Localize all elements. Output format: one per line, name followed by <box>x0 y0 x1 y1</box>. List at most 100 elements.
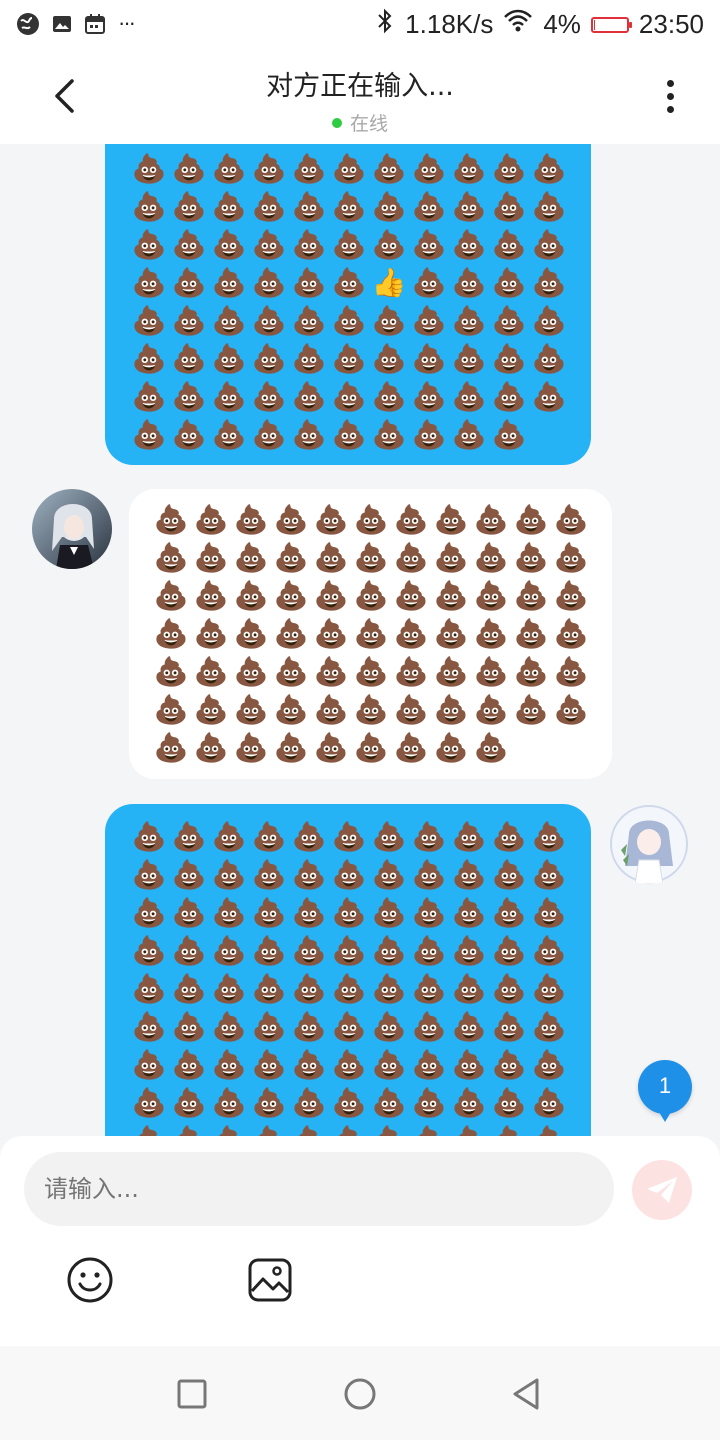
poop-emoji: 💩 <box>491 152 527 185</box>
unread-count-badge[interactable]: 1 <box>638 1060 692 1122</box>
poop-emoji: 💩 <box>291 820 327 853</box>
poop-emoji: 💩 <box>291 1010 327 1043</box>
recents-button[interactable] <box>174 1376 210 1412</box>
poop-emoji: 💩 <box>251 896 287 929</box>
poop-emoji: 💩 <box>353 579 389 612</box>
poop-emoji: 💩 <box>251 152 287 185</box>
poop-emoji: 💩 <box>433 617 469 650</box>
poop-emoji: 💩 <box>491 820 527 853</box>
avatar-contact[interactable] <box>32 489 112 569</box>
poop-emoji: 💩 <box>171 972 207 1005</box>
chat-header: 对方正在输入... 在线 <box>0 50 720 144</box>
poop-emoji: 💩 <box>171 1048 207 1081</box>
poop-emoji: 💩 <box>331 858 367 891</box>
battery-percent: 4% <box>543 9 581 39</box>
back-nav-button[interactable] <box>508 1376 544 1412</box>
poop-emoji: 💩 <box>251 1048 287 1081</box>
poop-emoji: 💩 <box>411 896 447 929</box>
poop-emoji: 💩 <box>131 1010 167 1043</box>
poop-emoji: 💩 <box>411 190 447 223</box>
poop-emoji: 💩 <box>153 617 189 650</box>
poop-emoji: 💩 <box>451 934 487 967</box>
poop-emoji: 💩 <box>153 693 189 726</box>
poop-emoji: 💩 <box>473 579 509 612</box>
poop-emoji: 💩 <box>513 579 549 612</box>
more-options-button[interactable] <box>646 72 694 120</box>
poop-emoji: 💩 <box>251 820 287 853</box>
poop-emoji: 💩 <box>331 934 367 967</box>
poop-emoji: 💩 <box>529 1122 569 1136</box>
poop-emoji: 💩 <box>331 228 367 261</box>
poop-emoji: 💩 <box>313 693 349 726</box>
poop-emoji: 💩 <box>291 972 327 1005</box>
poop-emoji: 💩 <box>433 579 469 612</box>
poop-emoji: 💩 <box>291 342 327 375</box>
poop-emoji: 💩 <box>371 190 407 223</box>
poop-emoji: 💩 <box>353 617 389 650</box>
poop-emoji: 💩 <box>233 579 269 612</box>
poop-emoji: 💩 <box>273 541 309 574</box>
poop-emoji: 💩 <box>291 266 327 299</box>
message-input[interactable] <box>24 1152 614 1226</box>
poop-emoji: 💩 <box>273 503 309 536</box>
poop-emoji: 💩 <box>513 541 549 574</box>
poop-emoji: 💩 <box>473 541 509 574</box>
battery-level <box>593 19 595 30</box>
poop-emoji: 💩 <box>331 304 367 337</box>
poop-emoji: 💩 <box>553 579 589 612</box>
poop-emoji: 💩 <box>193 617 229 650</box>
message-list[interactable]: 💩 💩 💩 💩 💩 💩 💩 💩 💩 💩 💩 💩 💩 💩 💩 💩 💩 💩 💩 💩 💩 💩 💩 💩 💩 💩 💩 💩 💩 💩 💩 💩 💩 💩 💩 💩 💩 💩 💩 👍… <box>0 144 720 1136</box>
poop-emoji: 💩 <box>233 655 269 688</box>
poop-emoji: 💩 <box>131 152 167 185</box>
poop-emoji: 💩 <box>193 579 229 612</box>
status-bar: ··· 1.18K/s 4% 23:50 <box>0 0 720 50</box>
poop-emoji: 💩 <box>371 858 407 891</box>
send-button[interactable] <box>632 1160 692 1220</box>
emoji-button[interactable] <box>64 1254 116 1306</box>
poop-emoji: 💩 <box>331 342 367 375</box>
poop-emoji: 💩 <box>491 190 527 223</box>
poop-emoji: 💩 <box>411 934 447 967</box>
message-bubble-outgoing[interactable]: 💩 💩 💩 💩 💩 💩 💩 💩 💩 💩 💩 💩 💩 💩 💩 💩 💩 💩 💩 💩 💩 💩 💩 💩 💩 💩 💩 💩 💩 💩 💩 💩 💩 💩 💩 💩 💩 💩 💩 👍… <box>105 144 591 465</box>
image-picker-button[interactable] <box>244 1254 296 1306</box>
poop-emoji: 💩 <box>451 228 487 261</box>
poop-emoji: 💩 <box>233 617 269 650</box>
poop-emoji: 💩 <box>289 1122 329 1136</box>
poop-emoji: 💩 <box>553 693 589 726</box>
poop-emoji: 💩 <box>211 380 247 413</box>
message-bubble-outgoing[interactable]: 💩 💩 💩 💩 💩 💩 💩 💩 💩 💩 💩 💩 💩 💩 💩 💩 💩 💩 💩 💩 💩 💩 💩 💩 💩 💩 💩 💩 💩 💩 💩 💩 💩 💩 💩 💩 💩 💩 💩 💩… <box>105 804 591 1136</box>
avatar-self[interactable] <box>609 804 689 884</box>
poop-emoji: 💩 <box>411 972 447 1005</box>
poop-emoji: 💩 <box>211 934 247 967</box>
poop-emoji: 💩 <box>251 858 287 891</box>
poop-emoji: 💩 <box>491 228 527 261</box>
poop-emoji: 💩 <box>131 896 167 929</box>
poop-emoji: 💩 <box>393 579 429 612</box>
globe-icon <box>16 12 40 40</box>
poop-emoji: 💩 <box>451 972 487 1005</box>
poop-emoji: 💩 <box>131 1048 167 1081</box>
poop-emoji: 💩 <box>131 934 167 967</box>
poop-emoji: 💩 <box>491 858 527 891</box>
emoji-icon <box>67 1257 113 1303</box>
message-bubble-incoming[interactable]: 💩 💩 💩 💩 💩 💩 💩 💩 💩 💩 💩 💩 💩 💩 💩 💩 💩 💩 💩 💩 💩 💩 💩 💩 💩 💩 💩 💩 💩 💩 💩 💩 💩 💩 💩 💩 💩 💩 💩 💩… <box>129 489 612 779</box>
poop-emoji: 💩 <box>451 418 487 451</box>
poop-emoji: 💩 <box>371 1048 407 1081</box>
poop-emoji: 💩 <box>371 228 407 261</box>
dot-icon <box>666 79 674 87</box>
poop-emoji: 💩 <box>331 820 367 853</box>
poop-emoji: 💩 <box>371 820 407 853</box>
poop-emoji: 💩 <box>531 152 567 185</box>
poop-emoji: 💩 <box>131 380 167 413</box>
poop-emoji: 💩 <box>513 693 549 726</box>
poop-emoji: 💩 <box>291 228 327 261</box>
poop-emoji: 💩 <box>393 617 429 650</box>
poop-emoji: 💩 <box>353 503 389 536</box>
home-button[interactable] <box>342 1376 378 1412</box>
poop-emoji: 💩 <box>211 228 247 261</box>
poop-emoji: 💩 <box>449 1122 489 1136</box>
poop-emoji: 💩 <box>371 380 407 413</box>
poop-emoji: 💩 <box>331 972 367 1005</box>
poop-emoji: 💩 <box>531 304 567 337</box>
poop-emoji: 💩 <box>251 380 287 413</box>
